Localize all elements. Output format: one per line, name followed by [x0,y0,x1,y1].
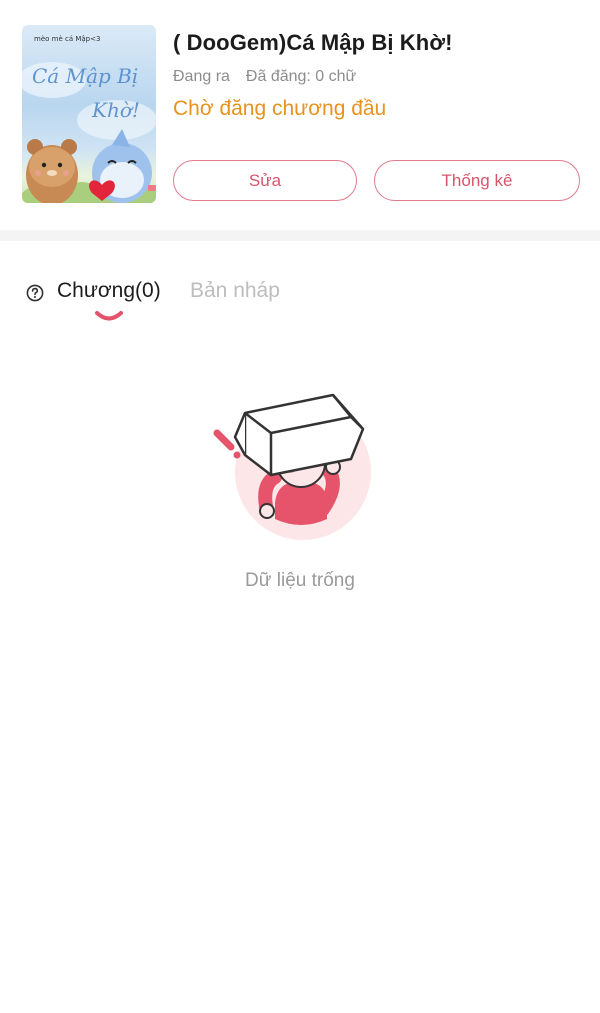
question-circle-icon[interactable] [26,284,44,302]
cover-art: Cá Mập Bị Khờ! [22,62,156,203]
edit-button[interactable]: Sửa [173,160,357,201]
story-title: ( DooGem)Cá Mập Bị Khờ! [173,30,453,55]
story-header: mèo mè cá Mập<3 Cá Mập Bị Khờ! (DooGem)… [0,0,600,232]
active-tab-indicator [95,311,123,321]
story-meta: Đang ra Đã đăng: 0 chữ [173,68,356,86]
tab-drafts[interactable]: Bản nháp [190,279,280,303]
section-divider [0,230,600,241]
empty-state-message: Dữ liệu trống [245,570,355,591]
publish-status: Chờ đăng chương đầu [173,97,387,120]
story-word-count: Đã đăng: 0 chữ [245,68,357,85]
tab-chapters[interactable]: Chương(0) [57,279,161,303]
svg-text:Cá Mập Bị: Cá Mập Bị [32,64,138,88]
story-cover-image[interactable]: mèo mè cá Mập<3 Cá Mập Bị Khờ! [22,25,156,203]
stats-button[interactable]: Thống kê [374,160,580,201]
tab-bar: Chương(0) Bản nháp [0,270,600,330]
empty-box-illustration [213,393,371,540]
story-status: Đang ra [173,68,230,85]
svg-text:Khờ!: Khờ! [91,98,140,122]
